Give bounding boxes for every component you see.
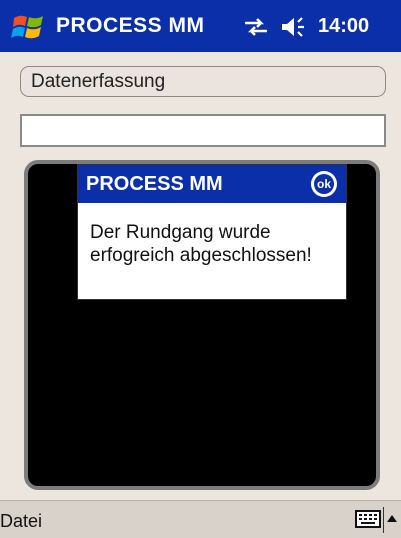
volume-icon[interactable] <box>280 15 310 39</box>
section-dropdown[interactable]: Datenerfassung <box>20 66 386 97</box>
ok-button-label: ok <box>314 174 334 194</box>
clock[interactable]: 14:00 <box>318 15 369 38</box>
dialog-header: PROCESS MM ok <box>78 165 346 203</box>
scan-input-field[interactable] <box>20 114 386 147</box>
keyboard-icon[interactable] <box>355 510 381 528</box>
sync-icon[interactable] <box>243 15 269 39</box>
sip-arrow-icon[interactable] <box>387 515 397 522</box>
menu-datei[interactable]: Datei <box>0 511 42 532</box>
app-title: PROCESS MM <box>56 14 205 37</box>
dialog-message: Der Rundgang wurde erfogreich abgeschlos… <box>90 222 312 266</box>
windows-start-icon[interactable] <box>10 8 48 46</box>
menu-bar: Datei <box>0 500 401 538</box>
sip-divider <box>383 507 384 533</box>
dialog-title: PROCESS MM <box>86 173 223 195</box>
message-dialog: PROCESS MM ok Der Rundgang wurde erfogre… <box>77 164 347 300</box>
section-label: Datenerfassung <box>31 71 166 92</box>
title-bar: PROCESS MM 14:00 <box>0 0 401 52</box>
ok-button[interactable]: ok <box>311 171 337 197</box>
